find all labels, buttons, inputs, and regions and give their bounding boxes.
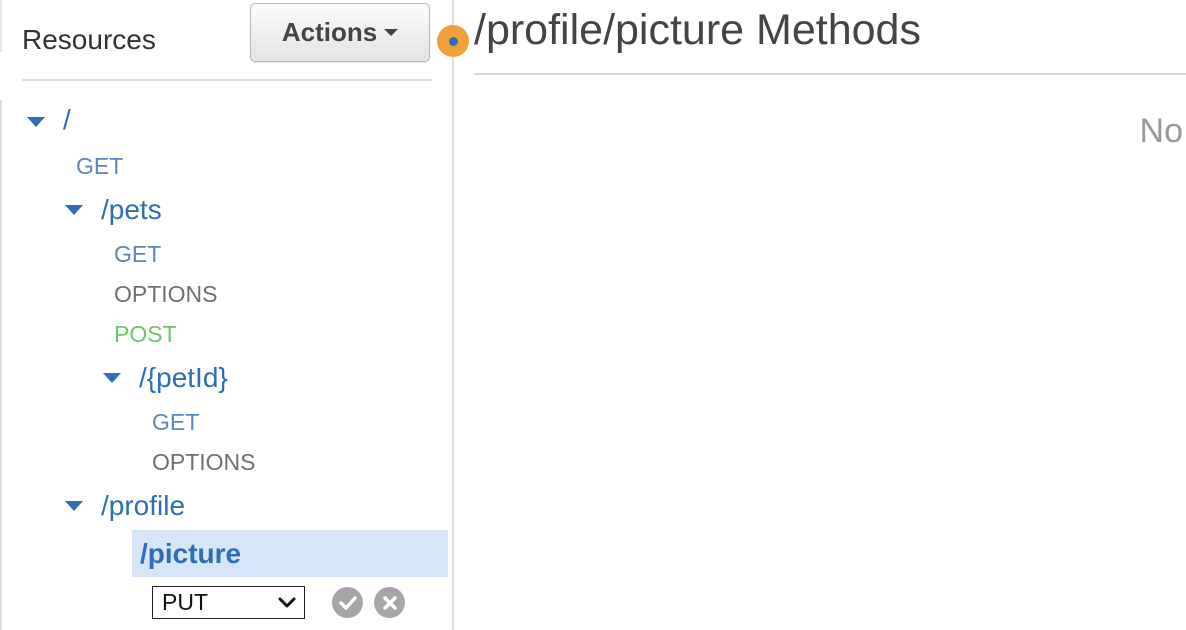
method-pets-get[interactable]: GET [114, 241, 161, 268]
resource-picture-label: /picture [140, 538, 242, 569]
panel-divider [452, 0, 454, 630]
cancel-method-button[interactable] [374, 587, 405, 618]
caret-down-icon [384, 29, 399, 36]
method-petid-get[interactable]: GET [152, 409, 199, 436]
confirm-method-button[interactable] [332, 587, 363, 618]
title-divider [474, 73, 1186, 75]
panel-left-border [0, 100, 2, 630]
resource-root[interactable]: / [63, 104, 71, 136]
method-root-get[interactable]: GET [76, 153, 123, 180]
resources-panel: Resources Actions / GET /pets GET OPTION… [0, 0, 453, 630]
indicator-center [448, 36, 458, 46]
tree-toggle-petid[interactable] [103, 373, 121, 383]
tree-toggle-pets[interactable] [65, 205, 83, 215]
caret-down-icon [65, 501, 83, 511]
resource-picture-selected[interactable]: /picture [132, 530, 448, 577]
method-pets-post[interactable]: POST [114, 321, 177, 348]
close-icon [382, 595, 397, 610]
caret-down-icon [65, 205, 83, 215]
resource-profile[interactable]: /profile [101, 490, 185, 522]
status-indicator-icon [437, 25, 469, 57]
actions-dropdown-button[interactable]: Actions [250, 3, 430, 62]
caret-down-icon [103, 373, 121, 383]
method-type-select[interactable]: PUT [152, 586, 305, 619]
resource-pets[interactable]: /pets [101, 194, 162, 226]
method-select-value: PUT [162, 589, 208, 615]
chevron-down-icon [278, 597, 296, 607]
tree-toggle-root[interactable] [27, 117, 45, 127]
resources-divider [22, 79, 432, 81]
page-title: /profile/picture Methods [474, 6, 921, 54]
method-petid-options[interactable]: OPTIONS [152, 449, 256, 476]
tree-toggle-profile[interactable] [65, 501, 83, 511]
method-pets-options[interactable]: OPTIONS [114, 281, 218, 308]
check-icon [338, 595, 357, 610]
caret-down-icon [27, 117, 45, 127]
resource-petid[interactable]: /{petId} [139, 362, 228, 394]
empty-methods-text: No [1139, 112, 1183, 150]
resources-title: Resources [22, 24, 156, 55]
actions-label: Actions [281, 17, 378, 47]
